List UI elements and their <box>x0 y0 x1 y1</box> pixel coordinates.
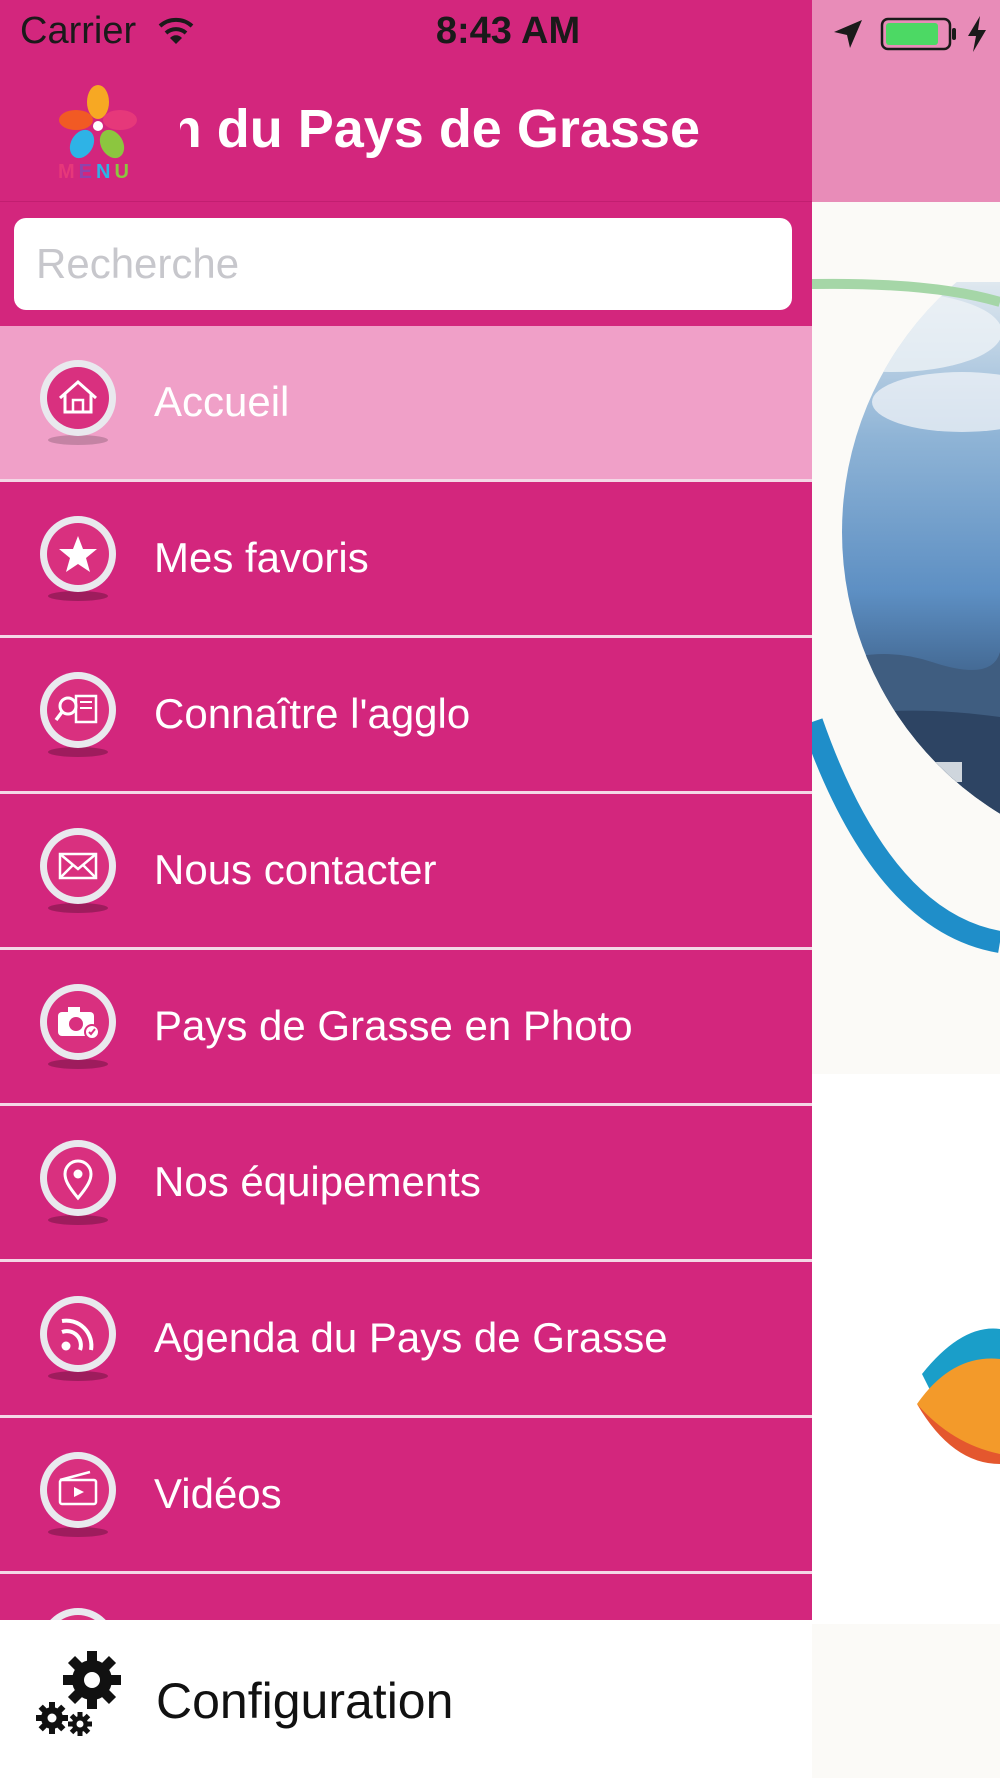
search-input[interactable] <box>14 218 792 310</box>
menu-item-label: Agenda du Pays de Grasse <box>154 1314 668 1361</box>
map-pin-icon <box>40 1140 116 1225</box>
menu-item-label: Connaître l'agglo <box>154 690 471 737</box>
location-arrow-icon <box>834 20 862 48</box>
menu-item-nous-contacter[interactable]: Nous contacter <box>0 794 812 950</box>
menu-item-agenda[interactable]: Agenda du Pays de Grasse <box>0 1262 812 1418</box>
star-icon <box>40 516 116 601</box>
search-book-icon <box>40 672 116 757</box>
menu-item-icon <box>50 1608 106 1620</box>
background-hero-image <box>812 202 1000 1074</box>
configuration-label: Configuration <box>156 1673 454 1729</box>
menu-list: Accueil Mes favoris Connaître l'agglo No… <box>0 326 812 1620</box>
menu-item-label: Vidéos <box>154 1470 282 1517</box>
header-title-text: Agglomération du Pays de Grasse <box>180 99 700 159</box>
menu-item-label: Pays de Grasse en Photo <box>154 1002 633 1049</box>
side-menu-drawer: MENU Agglomération du Pays de Grasse Acc… <box>0 0 812 1620</box>
menu-item-label: Nous contacter <box>154 846 437 893</box>
envelope-icon <box>40 828 116 913</box>
home-icon <box>40 360 116 445</box>
status-bar: Carrier 8:43 AM <box>0 0 1000 68</box>
rss-icon <box>40 1296 116 1381</box>
background-logo-area <box>812 1074 1000 1624</box>
menu-item-label: Nos équipements <box>154 1158 481 1205</box>
menu-item-label: Accueil <box>154 378 290 425</box>
video-icon <box>40 1452 116 1537</box>
menu-logo-icon[interactable]: MENU <box>56 84 140 180</box>
menu-item-connaitre-agglo[interactable]: Connaître l'agglo <box>0 638 812 794</box>
menu-item-partial[interactable] <box>0 1574 812 1620</box>
menu-item-videos[interactable]: Vidéos <box>0 1418 812 1574</box>
svg-text:MENU: MENU <box>58 161 133 180</box>
gears-icon <box>36 1651 121 1736</box>
menu-item-accueil[interactable]: Accueil <box>0 326 812 482</box>
charging-bolt-icon <box>968 16 986 52</box>
battery-icon <box>880 17 956 51</box>
menu-item-pays-de-grasse-photo[interactable]: Pays de Grasse en Photo <box>0 950 812 1106</box>
camera-icon <box>40 984 116 1069</box>
search-bar <box>0 202 812 326</box>
header-title: Agglomération du Pays de Grasse <box>180 98 700 168</box>
configuration-button[interactable]: Configuration <box>0 1620 812 1778</box>
menu-item-nos-equipements[interactable]: Nos équipements <box>0 1106 812 1262</box>
menu-item-label: Mes favoris <box>154 534 369 581</box>
menu-item-mes-favoris[interactable]: Mes favoris <box>0 482 812 638</box>
